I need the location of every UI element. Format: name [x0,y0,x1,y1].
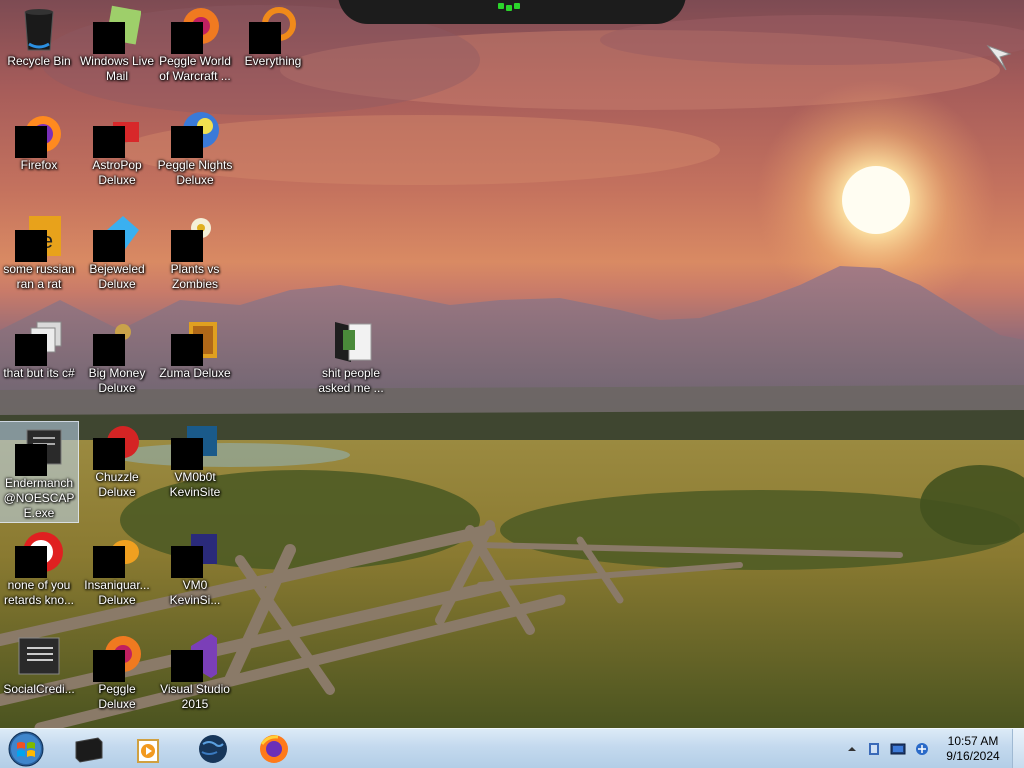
taskbar-terminal-button[interactable] [68,732,108,766]
redaction-box [15,334,47,366]
desktop-icon-label: none of you retards kno... [3,578,75,607]
desktop-screen: Recycle Bin Firefox e some russian ran a… [0,0,1024,768]
recycle-bin-icon [24,9,54,51]
desktop-icon-label: Firefox [20,158,58,172]
redaction-box [93,126,125,158]
redaction-box [15,126,47,158]
redaction-box [15,444,47,476]
desktop-icon-some-russian-ran-a-rat[interactable]: e some russian ran a rat [0,208,78,308]
clock-time: 10:57 AM [947,734,999,748]
start-button[interactable] [4,731,48,767]
desktop-icon-big-money-deluxe[interactable]: Big Money Deluxe [78,312,156,412]
redaction-box [93,22,125,54]
desktop-icon-label: Bejeweled Deluxe [89,262,145,291]
redaction-box [93,650,125,682]
desktop-icon-that-but-its-csharp[interactable]: that but its c# [0,312,78,412]
desktop-icon-label: Windows Live Mail [79,54,155,83]
desktop-icon-label: Plants vs Zombies [170,262,220,291]
firefox-icon [260,735,288,763]
taskbar-media-player-button[interactable] [128,732,168,766]
redaction-box [171,22,203,54]
redaction-box [171,546,203,578]
desktop-icon-folder[interactable]: shit people asked me ... [312,312,390,412]
desktop-icon-zuma-deluxe[interactable]: Zuma Deluxe [156,312,234,412]
clock-date: 9/16/2024 [946,749,1000,763]
media-player-icon [137,739,159,763]
taskbar-globe-button[interactable] [193,732,233,766]
desktop-icon-label: Endermanch @NOESCAPE.exe [3,476,75,520]
desktop-icon-peggle-deluxe[interactable]: Peggle Deluxe [78,628,156,728]
system-clock[interactable]: 10:57 AM 9/16/2024 [940,734,1006,764]
gadget-indicator [514,3,520,9]
desktop-icon-label: Peggle Nights Deluxe [157,158,233,187]
desktop-icon-bejeweled-deluxe[interactable]: Bejeweled Deluxe [78,208,156,308]
windows-start-icon [8,731,44,767]
taskbar-firefox-button[interactable] [254,732,294,766]
desktop-icon-label: Insaniquar... Deluxe [84,578,150,607]
desktop-icon-label: VM0 KevinSi... [169,578,221,607]
cursor-icon [986,44,1012,71]
redaction-box [171,650,203,682]
redaction-box [249,22,281,54]
redaction-box [171,334,203,366]
redaction-box [15,230,47,262]
desktop-icon-astropop-deluxe[interactable]: AstroPop Deluxe [78,104,156,204]
redaction-box [171,438,203,470]
redaction-box [93,230,125,262]
desktop-icon-chuzzle-deluxe[interactable]: Chuzzle Deluxe [78,416,156,516]
desktop-icon-label: Visual Studio 2015 [160,682,230,711]
redaction-box [93,438,125,470]
desktop-icon-label: Peggle Deluxe [98,682,136,711]
gadget-indicator [498,3,504,9]
application-icon [18,637,60,675]
desktop-icon-label: that but its c# [3,366,75,380]
desktop-icon-label: shit people asked me ... [318,366,384,395]
taskbar: 10:57 AM 9/16/2024 [0,728,1024,768]
desktop-icon-recycle-bin[interactable]: Recycle Bin [0,0,78,100]
desktop-icon-plants-vs-zombies[interactable]: Plants vs Zombies [156,208,234,308]
terminal-icon [75,737,103,763]
desktop-icon-none-of-you[interactable]: none of you retards kno... [0,524,78,624]
gadget-indicator [506,5,512,11]
show-hidden-icons-chevron-icon[interactable] [844,741,860,757]
desktop-icon-label: Zuma Deluxe [159,366,231,380]
desktop-icon-vm0-kevinsite[interactable]: VM0 KevinSi... [156,524,234,624]
desktop-icon-windows-live-mail[interactable]: Windows Live Mail [78,0,156,100]
redaction-box [15,546,47,578]
desktop-icon-peggle-nights-deluxe[interactable]: Peggle Nights Deluxe [156,104,234,204]
desktop-icon-insaniquarium-deluxe[interactable]: Insaniquar... Deluxe [78,524,156,624]
desktop-icon-label: Everything [244,54,302,68]
redaction-box [93,546,125,578]
display-icon[interactable] [890,741,906,757]
desktop-icon-label: AstroPop Deluxe [92,158,142,187]
network-icon[interactable] [914,741,930,757]
desktop-icon-label: some russian ran a rat [3,262,75,291]
desktop-icon-label: Peggle World of Warcraft ... [159,54,231,83]
flag-icon[interactable] [866,741,882,757]
redaction-box [171,230,203,262]
desktop-icon-socialcredit[interactable]: SocialCredi... [0,628,78,728]
desktop-icon-everything[interactable]: Everything [234,0,312,100]
desktop-icon-label: Recycle Bin [7,54,71,68]
desktop-icon-label: Big Money Deluxe [88,366,146,395]
desktop-icon-peggle-world-of-warcraft[interactable]: Peggle World of Warcraft ... [156,0,234,100]
show-desktop-button[interactable] [1012,729,1024,768]
redaction-box [93,334,125,366]
folder-icon [335,322,372,362]
desktop-icon-visual-studio-2015[interactable]: Visual Studio 2015 [156,628,234,728]
redaction-box [171,126,203,158]
desktop-icon-label: SocialCredi... [3,682,75,696]
desktop-icon-endermanch-noescape[interactable]: Endermanch @NOESCAPE.exe [0,421,79,523]
globe-icon [199,735,227,763]
desktop-icon-label: Chuzzle Deluxe [95,470,139,499]
desktop-icon-firefox[interactable]: Firefox [0,104,78,204]
desktop-icon-vm0b0t-kevinsite[interactable]: VM0b0t KevinSite [156,416,234,516]
desktop-icon-label: VM0b0t KevinSite [169,470,221,499]
top-gadget[interactable] [338,0,686,24]
